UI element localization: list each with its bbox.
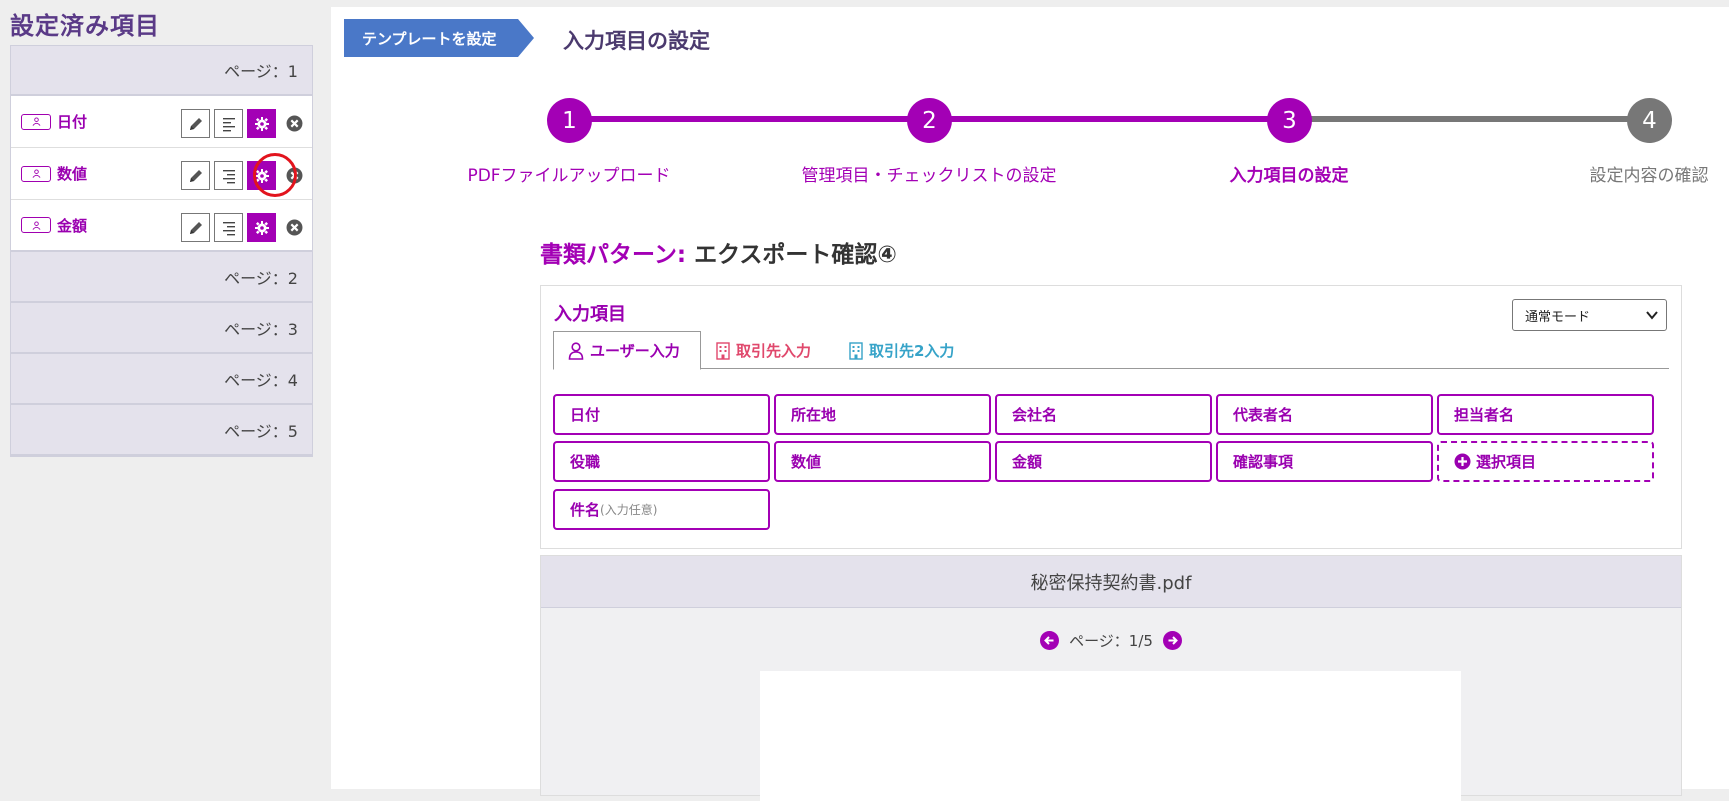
step-4-circle: 4 — [1627, 98, 1672, 143]
step-4-label: 設定内容の確認 — [1589, 166, 1709, 186]
close-icon[interactable] — [286, 115, 303, 132]
close-icon[interactable] — [286, 219, 303, 236]
building-icon — [716, 341, 730, 360]
field-confirmation[interactable]: 確認事項 — [1216, 441, 1433, 482]
optional-note: (入力任意) — [600, 503, 658, 517]
step-1-circle: 1 — [547, 98, 592, 143]
mode-select-value: 通常モード — [1525, 309, 1591, 325]
pencil-icon — [189, 169, 202, 182]
field-subject[interactable]: 件名 (入力任意) — [553, 489, 770, 530]
field-date[interactable]: 日付 — [553, 394, 770, 435]
input-tabs: ユーザー入力 取引先入力 取引先2入力 — [553, 331, 1669, 370]
pdf-pagination: ページ：1/5 — [541, 630, 1681, 651]
align-left-icon — [222, 117, 235, 131]
align-right-icon — [222, 169, 235, 183]
user-icon — [21, 165, 51, 182]
pdf-filename: 秘密保持契約書.pdf — [541, 556, 1681, 608]
configured-items-list: ページ：1 日付 数値 金額 ページ：2 ページ：3 ページ：4 ページ：5 — [10, 45, 313, 457]
plus-circle-icon — [1454, 453, 1471, 470]
chevron-down-icon — [1646, 311, 1658, 320]
page-row-5[interactable]: ページ：5 — [11, 405, 312, 456]
field-position[interactable]: 役職 — [553, 441, 770, 482]
add-choice-label: 選択項目 — [1476, 453, 1537, 471]
align-button[interactable] — [214, 161, 243, 190]
pdf-page-canvas[interactable] — [760, 671, 1461, 801]
document-pattern: 書類パターン: エクスポート確認④ — [540, 235, 897, 269]
step-1-label: PDFファイルアップロード — [467, 166, 671, 186]
panel-title: 入力項目 — [554, 304, 626, 325]
align-right-icon — [222, 221, 235, 235]
prev-page-button[interactable] — [1040, 631, 1060, 650]
step-2-circle: 2 — [907, 98, 952, 143]
align-button[interactable] — [214, 213, 243, 242]
user-icon — [21, 113, 51, 130]
user-icon — [21, 217, 51, 233]
field-subject-label: 件名 — [570, 501, 601, 519]
progress-steps: 1 2 3 4 PDFファイルアップロード 管理項目・チェックリストの設定 入力… — [331, 7, 1729, 207]
building-icon — [849, 341, 863, 360]
user-icon — [568, 341, 584, 360]
input-items-panel: 入力項目 通常モード ユーザー入力 取引先入力 取引先2入力 日付 所在地 会社… — [540, 285, 1682, 549]
item-label: 金額 — [57, 216, 88, 235]
item-label: 数値 — [57, 165, 88, 183]
pattern-value: エクスポート確認④ — [694, 242, 897, 268]
field-representative[interactable]: 代表者名 — [1216, 394, 1433, 435]
page-row-4[interactable]: ページ：4 — [11, 354, 312, 405]
sidebar: 設定済み項目 ページ：1 日付 数値 金額 ページ：2 ページ：3 ページ：4 … — [0, 0, 320, 789]
pencil-icon — [189, 117, 202, 130]
configured-item-date[interactable]: 日付 — [11, 96, 312, 148]
page-row-2[interactable]: ページ：2 — [11, 252, 312, 303]
field-amount[interactable]: 金額 — [995, 441, 1212, 482]
tab-user-input[interactable]: ユーザー入力 — [553, 331, 701, 370]
pattern-key: 書類パターン: — [540, 242, 687, 268]
edit-button[interactable] — [181, 109, 210, 138]
configured-item-amount[interactable]: 金額 — [11, 200, 312, 252]
field-company[interactable]: 会社名 — [995, 394, 1212, 435]
step-2-label: 管理項目・チェックリストの設定 — [801, 166, 1057, 186]
step-3-label: 入力項目の設定 — [1229, 166, 1349, 186]
tab-partner2-input[interactable]: 取引先2入力 — [849, 331, 954, 370]
step-line-pending — [1290, 116, 1650, 122]
tab-partner-input[interactable]: 取引先入力 — [716, 331, 811, 370]
align-button[interactable] — [214, 109, 243, 138]
edit-button[interactable] — [181, 161, 210, 190]
pencil-icon — [189, 221, 202, 234]
page-row-1[interactable]: ページ：1 — [11, 46, 312, 96]
gear-icon — [254, 116, 269, 131]
highlight-circle — [253, 153, 297, 197]
main-content: テンプレートを設定 入力項目の設定 1 2 3 4 PDFファイルアップロード … — [331, 7, 1729, 801]
item-label: 日付 — [57, 113, 88, 131]
pdf-preview-panel: 秘密保持契約書.pdf ページ：1/5 — [540, 555, 1682, 801]
field-number[interactable]: 数値 — [774, 441, 991, 482]
gear-icon — [254, 220, 269, 235]
add-choice-field-button[interactable]: 選択項目 — [1437, 441, 1654, 482]
next-page-button[interactable] — [1162, 631, 1182, 650]
edit-button[interactable] — [181, 213, 210, 242]
sidebar-title: 設定済み項目 — [10, 12, 160, 40]
step-3-circle: 3 — [1267, 98, 1312, 143]
field-contact-person[interactable]: 担当者名 — [1437, 394, 1654, 435]
field-address[interactable]: 所在地 — [774, 394, 991, 435]
settings-button[interactable] — [247, 213, 276, 242]
tab-label: 取引先入力 — [736, 342, 812, 360]
configured-item-number[interactable]: 数値 — [11, 148, 312, 200]
tab-label: ユーザー入力 — [590, 342, 680, 360]
arrow-right-icon — [1168, 636, 1178, 645]
page-indicator: ページ：1/5 — [1069, 632, 1153, 650]
tab-label: 取引先2入力 — [869, 342, 955, 360]
settings-button[interactable] — [247, 109, 276, 138]
arrow-left-icon — [1044, 636, 1054, 645]
page-row-3[interactable]: ページ：3 — [11, 303, 312, 354]
mode-select[interactable]: 通常モード — [1512, 299, 1667, 331]
